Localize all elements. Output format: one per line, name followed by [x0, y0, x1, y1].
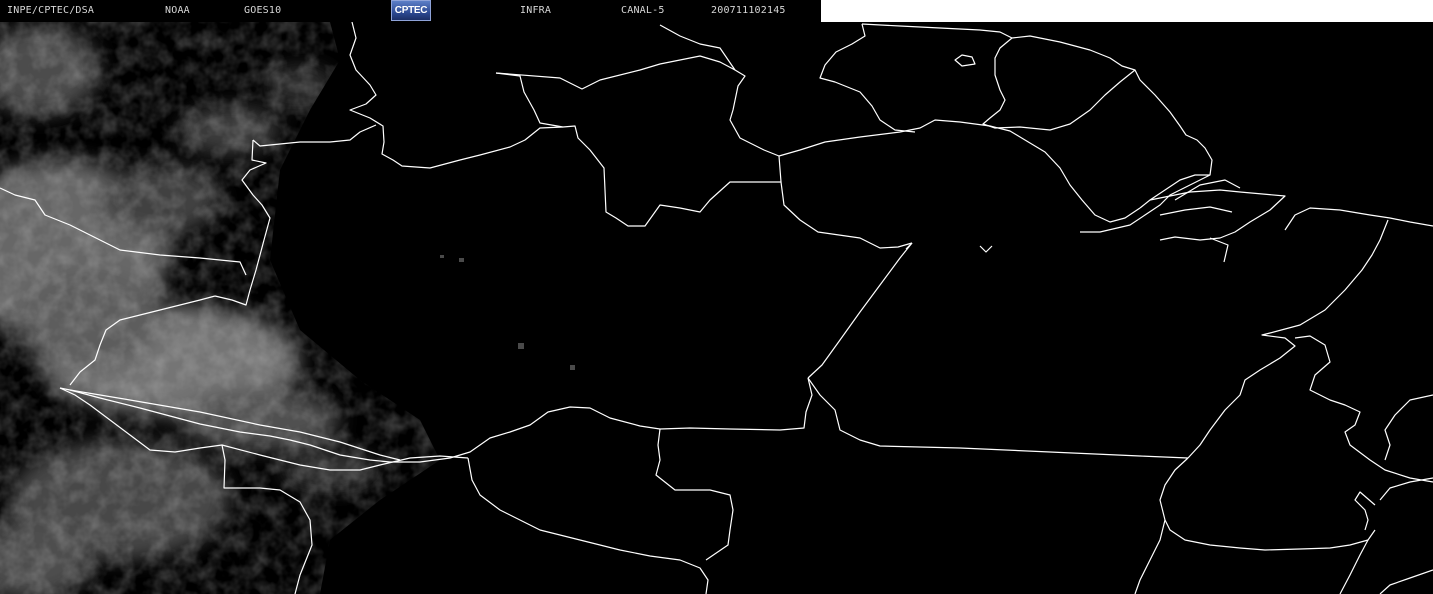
source-label: INPE/CPTEC/DSA: [7, 5, 95, 16]
agency-label: NOAA: [165, 5, 190, 16]
band-label: INFRA: [520, 5, 552, 16]
timestamp-label: 200711102145: [711, 5, 786, 16]
infrared-imagery: [0, 22, 1433, 594]
channel-label: CANAL-5: [621, 5, 665, 16]
satellite-label: GOES10: [244, 5, 282, 16]
header-bar: INPE/CPTEC/DSA NOAA GOES10 CPTEC INFRA C…: [0, 0, 821, 22]
logo-text: CPTEC: [394, 5, 428, 16]
cptec-logo: CPTEC: [391, 0, 431, 21]
satellite-image: INPE/CPTEC/DSA NOAA GOES10 CPTEC INFRA C…: [0, 0, 1433, 594]
header-blank-area: [821, 0, 1433, 22]
